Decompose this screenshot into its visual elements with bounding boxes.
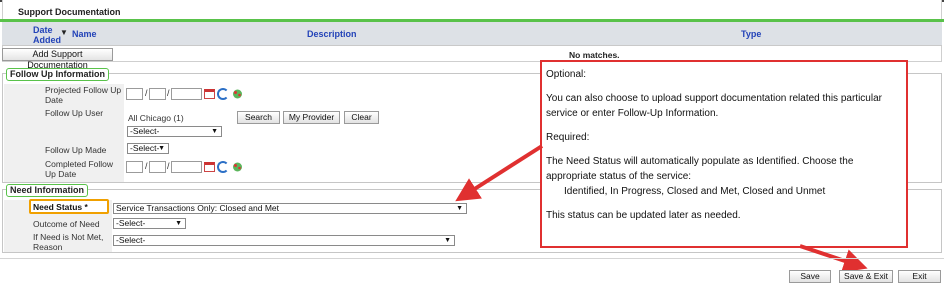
arrow-to-need-status [455,144,544,202]
save-button[interactable]: Save [789,270,831,283]
red-arrow-icon [455,144,868,273]
save-exit-button[interactable]: Save & Exit [839,270,893,283]
arrow-to-save-exit [799,244,868,273]
exit-button[interactable]: Exit [898,270,941,283]
footer-divider [0,258,944,259]
